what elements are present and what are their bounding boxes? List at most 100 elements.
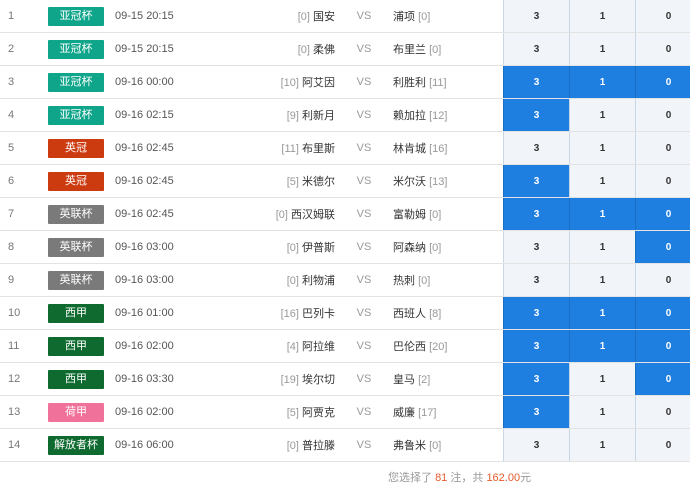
home-team-name: 埃尔切 [302, 374, 335, 386]
away-team-name: 林肯城 [393, 143, 426, 155]
league-badge[interactable]: 解放者杯 [48, 436, 104, 455]
vs-label: VS [335, 0, 393, 33]
vs-label: VS [335, 231, 393, 264]
option-draw-button[interactable]: 1 [570, 0, 636, 33]
option-draw-button[interactable]: 1 [570, 330, 636, 363]
home-rank: [0] [276, 209, 288, 221]
option-loss-button[interactable]: 0 [636, 330, 690, 363]
option-draw-button[interactable]: 1 [570, 165, 636, 198]
home-rank: [0] [298, 11, 310, 23]
option-draw-button[interactable]: 1 [570, 297, 636, 330]
league-badge[interactable]: 英联杯 [48, 238, 104, 257]
option-loss-button[interactable]: 0 [636, 396, 690, 429]
option-loss-button[interactable]: 0 [636, 0, 690, 33]
away-rank: [0] [418, 275, 430, 287]
home-rank: [0] [287, 275, 299, 287]
option-draw-button[interactable]: 1 [570, 231, 636, 264]
option-draw-button[interactable]: 1 [570, 66, 636, 99]
option-draw-button[interactable]: 1 [570, 33, 636, 66]
option-win-button[interactable]: 3 [504, 231, 570, 264]
option-loss-button[interactable]: 0 [636, 363, 690, 396]
option-win-button[interactable]: 3 [504, 99, 570, 132]
home-team: [9] 利新月 [235, 99, 335, 132]
league-badge[interactable]: 西甲 [48, 304, 104, 323]
home-team-name: 布里斯 [302, 143, 335, 155]
option-loss-button[interactable]: 0 [636, 165, 690, 198]
option-win-button[interactable]: 3 [504, 0, 570, 33]
match-time: 09-16 02:00 [113, 396, 235, 429]
home-team: [19] 埃尔切 [235, 363, 335, 396]
home-team-name: 普拉滕 [302, 440, 335, 452]
option-loss-button[interactable]: 0 [636, 33, 690, 66]
option-draw-button[interactable]: 1 [570, 198, 636, 231]
away-rank: [11] [429, 77, 447, 89]
option-win-button[interactable]: 3 [504, 198, 570, 231]
away-rank: [0] [429, 209, 441, 221]
option-loss-button[interactable]: 0 [636, 132, 690, 165]
away-rank: [2] [418, 374, 430, 386]
league-cell: 英冠 [38, 165, 113, 198]
option-win-button[interactable]: 3 [504, 66, 570, 99]
option-draw-button[interactable]: 1 [570, 363, 636, 396]
match-row: 6英冠09-16 02:45[5] 米德尔VS米尔沃 [13]310 [0, 165, 690, 198]
option-loss-button[interactable]: 0 [636, 264, 690, 297]
match-row: 3亚冠杯09-16 00:00[10] 阿艾因VS利胜利 [11]310 [0, 66, 690, 99]
league-badge[interactable]: 英冠 [48, 139, 104, 158]
option-win-button[interactable]: 3 [504, 264, 570, 297]
league-cell: 西甲 [38, 297, 113, 330]
home-team-name: 柔佛 [313, 44, 335, 56]
away-team-name: 浦项 [393, 11, 415, 23]
option-draw-button[interactable]: 1 [570, 396, 636, 429]
option-win-button[interactable]: 3 [504, 297, 570, 330]
option-loss-button[interactable]: 0 [636, 429, 690, 462]
league-badge[interactable]: 西甲 [48, 370, 104, 389]
league-badge[interactable]: 英联杯 [48, 271, 104, 290]
option-loss-button[interactable]: 0 [636, 231, 690, 264]
league-badge[interactable]: 荷甲 [48, 403, 104, 422]
league-badge[interactable]: 亚冠杯 [48, 73, 104, 92]
league-badge[interactable]: 西甲 [48, 337, 104, 356]
option-loss-button[interactable]: 0 [636, 297, 690, 330]
option-draw-button[interactable]: 1 [570, 99, 636, 132]
league-cell: 英联杯 [38, 231, 113, 264]
league-badge[interactable]: 英联杯 [48, 205, 104, 224]
away-rank: [13] [429, 176, 447, 188]
match-row: 12西甲09-16 03:30[19] 埃尔切VS皇马 [2]310 [0, 363, 690, 396]
league-badge[interactable]: 英冠 [48, 172, 104, 191]
option-draw-button[interactable]: 1 [570, 429, 636, 462]
option-win-button[interactable]: 3 [504, 33, 570, 66]
league-badge[interactable]: 亚冠杯 [48, 40, 104, 59]
home-team-name: 阿艾因 [302, 77, 335, 89]
away-team-name: 西班人 [393, 308, 426, 320]
league-cell: 英联杯 [38, 198, 113, 231]
league-badge[interactable]: 亚冠杯 [48, 7, 104, 26]
home-team-name: 阿贾克 [302, 407, 335, 419]
summary-suffix: 元 [520, 472, 531, 484]
option-win-button[interactable]: 3 [504, 363, 570, 396]
match-time: 09-16 06:00 [113, 429, 235, 462]
league-cell: 英联杯 [38, 264, 113, 297]
match-time: 09-15 20:15 [113, 33, 235, 66]
option-win-button[interactable]: 3 [504, 429, 570, 462]
option-loss-button[interactable]: 0 [636, 99, 690, 132]
option-loss-button[interactable]: 0 [636, 66, 690, 99]
home-rank: [0] [298, 44, 310, 56]
option-win-button[interactable]: 3 [504, 165, 570, 198]
option-win-button[interactable]: 3 [504, 132, 570, 165]
option-win-button[interactable]: 3 [504, 330, 570, 363]
away-rank: [0] [429, 44, 441, 56]
home-rank: [5] [287, 407, 299, 419]
away-rank: [17] [418, 407, 436, 419]
option-loss-button[interactable]: 0 [636, 198, 690, 231]
league-badge[interactable]: 亚冠杯 [48, 106, 104, 125]
option-draw-button[interactable]: 1 [570, 264, 636, 297]
league-cell: 荷甲 [38, 396, 113, 429]
vs-label: VS [335, 198, 393, 231]
match-time: 09-16 02:15 [113, 99, 235, 132]
total-amount: 162.00 [486, 472, 520, 484]
option-win-button[interactable]: 3 [504, 396, 570, 429]
home-rank: [4] [287, 341, 299, 353]
option-draw-button[interactable]: 1 [570, 132, 636, 165]
match-time: 09-16 03:00 [113, 231, 235, 264]
home-rank: [0] [287, 242, 299, 254]
